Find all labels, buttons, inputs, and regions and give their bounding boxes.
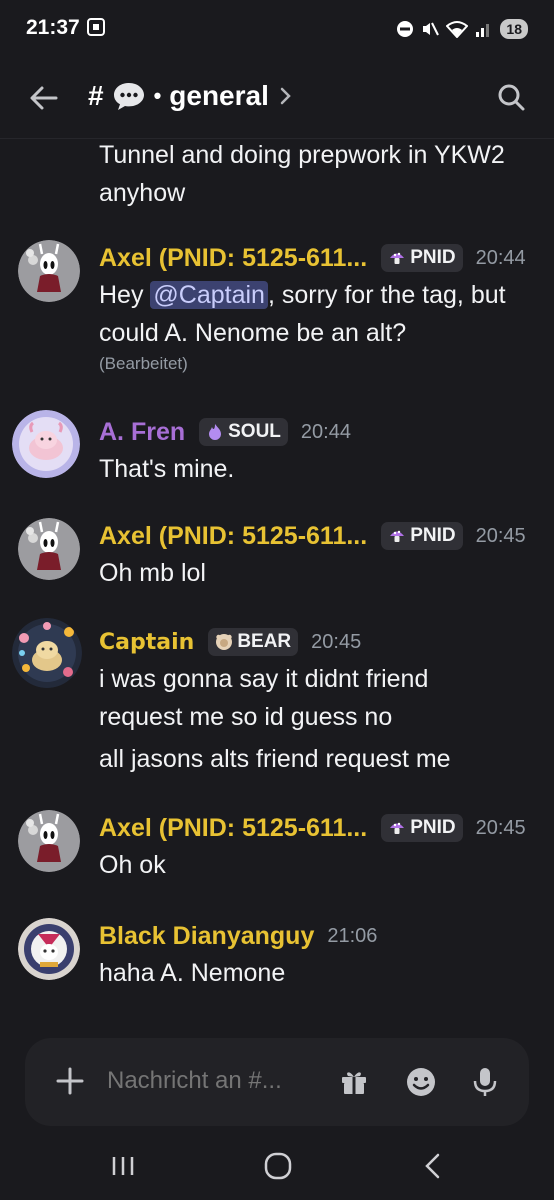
- server-tag[interactable]: BEAR: [208, 628, 299, 656]
- avatar[interactable]: [12, 618, 82, 688]
- message-content: Hey @Captain, sorry for the tag, but: [99, 276, 540, 314]
- channel-title[interactable]: # • general: [88, 80, 293, 112]
- message-line: haha A. Nemone: [99, 959, 286, 987]
- status-bar: 21:37 18: [0, 0, 554, 58]
- signal-icon: [476, 24, 490, 37]
- avatar[interactable]: [18, 918, 80, 980]
- mushroom-icon: [390, 530, 405, 542]
- bear-icon: [216, 634, 233, 650]
- back-arrow-icon[interactable]: [24, 78, 64, 118]
- server-tag-label: PNID: [410, 817, 456, 838]
- server-tag-label: PNID: [410, 247, 456, 268]
- speech-bubble-icon: [113, 83, 144, 110]
- server-tag[interactable]: PNID: [381, 814, 463, 842]
- microphone-icon[interactable]: [471, 1066, 499, 1098]
- recents-icon[interactable]: [105, 1148, 141, 1184]
- channel-name: general: [169, 80, 269, 111]
- message-line: i was gonna say it didnt friend: [99, 665, 429, 693]
- server-tag-label: BEAR: [237, 631, 292, 652]
- username[interactable]: A. Fren: [99, 418, 185, 447]
- username[interactable]: Axel (PNID: 5125-611...: [99, 522, 367, 551]
- timestamp: 20:45: [311, 630, 362, 653]
- username[interactable]: Axel (PNID: 5125-611...: [99, 814, 367, 843]
- mushroom-icon: [390, 822, 405, 834]
- emoji-icon[interactable]: [405, 1066, 437, 1098]
- message-line: Tunnel and doing prepwork in YKW2: [99, 141, 505, 169]
- message-list[interactable]: Tunnel and doing prepwork in YKW2 anyhow…: [0, 138, 554, 1028]
- username[interactable]: Axel (PNID: 5125-611...: [99, 244, 367, 273]
- wifi-icon: [446, 21, 469, 38]
- plus-icon[interactable]: [55, 1066, 85, 1096]
- timestamp: 20:45: [475, 524, 526, 547]
- message-line: anyhow: [99, 179, 186, 207]
- chevron-right-icon: [280, 87, 291, 105]
- server-tag-label: SOUL: [228, 421, 281, 442]
- back-nav-icon[interactable]: [415, 1148, 451, 1184]
- avatar[interactable]: [18, 810, 80, 872]
- timestamp: 20:45: [475, 816, 526, 839]
- battery-indicator: 18: [500, 19, 528, 39]
- message-line: That's mine.: [99, 455, 235, 483]
- server-tag[interactable]: SOUL: [199, 418, 288, 446]
- hash-icon: #: [88, 80, 104, 111]
- user-mention[interactable]: @Captain: [150, 281, 268, 309]
- search-icon[interactable]: [492, 78, 532, 118]
- timestamp: 21:06: [327, 924, 378, 947]
- server-tag-label: PNID: [410, 525, 456, 546]
- mute-icon: [423, 22, 440, 36]
- message-text: , sorry for the tag, but: [267, 281, 506, 309]
- username[interactable]: Captain: [99, 630, 194, 655]
- message-line: all jasons alts friend request me: [99, 745, 451, 773]
- message-text: Hey: [99, 281, 151, 309]
- do-not-disturb-icon: [397, 21, 414, 37]
- message-line: Oh mb lol: [99, 559, 206, 587]
- screen-record-icon: [87, 18, 105, 36]
- message-continuation: Tunnel and doing prepwork in YKW2 anyhow: [99, 138, 505, 212]
- message-line: request me so id guess no: [99, 703, 393, 731]
- status-time: 21:37: [26, 16, 80, 39]
- avatar[interactable]: [12, 410, 80, 478]
- gift-icon[interactable]: [338, 1066, 370, 1098]
- avatar[interactable]: [18, 240, 80, 302]
- edited-label: (Bearbeitet): [99, 354, 188, 373]
- status-icons: 18: [396, 16, 528, 42]
- flame-icon: [209, 424, 222, 440]
- mushroom-icon: [390, 252, 405, 264]
- timestamp: 20:44: [300, 420, 351, 443]
- home-icon[interactable]: [260, 1148, 296, 1184]
- message-line: could A. Nenome be an alt?: [99, 319, 407, 347]
- system-nav-bar: [0, 1130, 554, 1200]
- separator-dot: •: [153, 83, 162, 108]
- timestamp: 20:44: [475, 246, 526, 269]
- message-line: Oh ok: [99, 851, 166, 879]
- channel-header: # • general: [0, 58, 554, 139]
- avatar[interactable]: [18, 518, 80, 580]
- message-input[interactable]: [105, 1066, 339, 1096]
- server-tag[interactable]: PNID: [381, 522, 463, 550]
- server-tag[interactable]: PNID: [381, 244, 463, 272]
- message-composer: [25, 1038, 529, 1126]
- username[interactable]: Black Dianyanguy: [99, 922, 314, 951]
